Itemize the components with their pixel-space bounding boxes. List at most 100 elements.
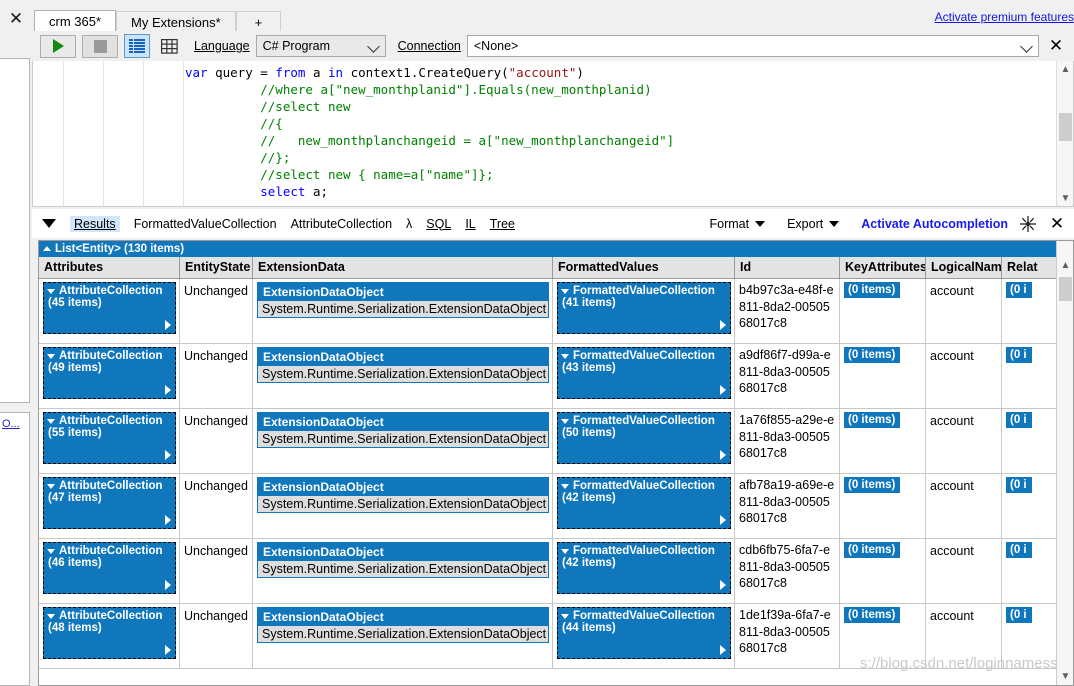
list-view-button[interactable] <box>124 34 150 58</box>
caret-right-icon[interactable] <box>720 515 726 525</box>
table-row[interactable]: AttributeCollection (55 items) Unchanged Ex… <box>39 409 1058 474</box>
cell-entity-state[interactable]: Unchanged <box>180 474 253 538</box>
cell-attributes[interactable]: AttributeCollection (45 items) <box>39 279 180 343</box>
results-tab-sql[interactable]: SQL <box>426 217 451 231</box>
cell-extension-data[interactable]: ExtensionDataObject System.Runtime.Serial… <box>253 344 553 408</box>
results-tab-formattedvaluecollection[interactable]: FormattedValueCollection <box>134 217 277 231</box>
cell-id[interactable]: afb78a19-a69e-e811-8da3-0050568017c8 <box>735 474 840 538</box>
relationships-chip[interactable]: (0 i <box>1006 477 1032 493</box>
table-row[interactable]: AttributeCollection (49 items) Unchanged Ex… <box>39 344 1058 409</box>
relationships-chip[interactable]: (0 i <box>1006 282 1032 298</box>
activate-premium-link[interactable]: Activate premium features <box>935 10 1074 24</box>
scrollbar-thumb[interactable] <box>1059 277 1072 301</box>
table-row[interactable]: AttributeCollection (47 items) Unchanged Ex… <box>39 474 1058 539</box>
attribute-collection-chip[interactable]: AttributeCollection (45 items) <box>43 282 176 334</box>
cell-relationships[interactable]: (0 i <box>1002 604 1058 668</box>
cell-relationships[interactable]: (0 i <box>1002 409 1058 473</box>
formatted-value-collection-chip[interactable]: FormattedValueCollection (41 items) <box>557 282 731 334</box>
extension-data-object[interactable]: ExtensionDataObject System.Runtime.Serial… <box>257 282 549 318</box>
grid-column-header-relat[interactable]: Relat <box>1002 257 1058 278</box>
grid-column-header-keyattributes[interactable]: KeyAttributes <box>840 257 926 278</box>
cell-attributes[interactable]: AttributeCollection (49 items) <box>39 344 180 408</box>
relationships-chip[interactable]: (0 i <box>1006 542 1032 558</box>
results-close-icon[interactable]: ✕ <box>1046 213 1068 235</box>
results-tab-tree[interactable]: Tree <box>490 217 515 231</box>
cell-attributes[interactable]: AttributeCollection (47 items) <box>39 474 180 538</box>
cell-id[interactable]: 1a76f855-a29e-e811-8da3-0050568017c8 <box>735 409 840 473</box>
grid-column-header-logicalname[interactable]: LogicalName <box>926 257 1002 278</box>
results-tab-lambda[interactable]: λ <box>406 217 412 231</box>
caret-right-icon[interactable] <box>165 580 171 590</box>
caret-right-icon[interactable] <box>720 385 726 395</box>
caret-right-icon[interactable] <box>720 320 726 330</box>
grid-column-header-entitystate[interactable]: EntityState <box>180 257 253 278</box>
run-button[interactable] <box>40 34 76 58</box>
formatted-value-collection-chip[interactable]: FormattedValueCollection (43 items) <box>557 347 731 399</box>
results-tab-il[interactable]: IL <box>465 217 475 231</box>
editor-vertical-scrollbar[interactable]: ▲ ▼ <box>1056 61 1073 206</box>
cell-logical-name[interactable]: account <box>926 539 1002 603</box>
extension-data-object[interactable]: ExtensionDataObject System.Runtime.Serial… <box>257 477 549 513</box>
key-attributes-chip[interactable]: (0 items) <box>844 282 901 298</box>
cell-entity-state[interactable]: Unchanged <box>180 604 253 668</box>
key-attributes-chip[interactable]: (0 items) <box>844 607 901 623</box>
table-row[interactable]: AttributeCollection (46 items) Unchanged Ex… <box>39 539 1058 604</box>
host-overflow-link[interactable]: O... <box>2 418 20 430</box>
key-attributes-chip[interactable]: (0 items) <box>844 412 901 428</box>
caret-right-icon[interactable] <box>720 580 726 590</box>
scroll-down-icon[interactable]: ▼ <box>1057 190 1073 206</box>
cell-logical-name[interactable]: account <box>926 409 1002 473</box>
sparkle-icon[interactable] <box>1018 214 1038 234</box>
cell-formatted-values[interactable]: FormattedValueCollection (50 items) <box>553 409 735 473</box>
activate-autocompletion-link[interactable]: Activate Autocompletion <box>861 217 1008 231</box>
attribute-collection-chip[interactable]: AttributeCollection (47 items) <box>43 477 176 529</box>
cell-logical-name[interactable]: account <box>926 344 1002 408</box>
format-menu[interactable]: Format <box>709 217 766 231</box>
stop-button[interactable] <box>82 34 118 58</box>
extension-data-object[interactable]: ExtensionDataObject System.Runtime.Serial… <box>257 607 549 643</box>
cell-id[interactable]: 1de1f39a-6fa7-e811-8da3-0050568017c8 <box>735 604 840 668</box>
cell-key-attributes[interactable]: (0 items) <box>840 279 926 343</box>
cell-formatted-values[interactable]: FormattedValueCollection (43 items) <box>553 344 735 408</box>
cell-entity-state[interactable]: Unchanged <box>180 409 253 473</box>
connection-select[interactable]: <None> <box>466 35 1039 57</box>
caret-right-icon[interactable] <box>720 450 726 460</box>
cell-formatted-values[interactable]: FormattedValueCollection (41 items) <box>553 279 735 343</box>
formatted-value-collection-chip[interactable]: FormattedValueCollection (50 items) <box>557 412 731 464</box>
cell-formatted-values[interactable]: FormattedValueCollection (42 items) <box>553 539 735 603</box>
cell-id[interactable]: b4b97c3a-e48f-e811-8da2-0050568017c8 <box>735 279 840 343</box>
extension-data-object[interactable]: ExtensionDataObject System.Runtime.Serial… <box>257 412 549 448</box>
cell-formatted-values[interactable]: FormattedValueCollection (44 items) <box>553 604 735 668</box>
cell-entity-state[interactable]: Unchanged <box>180 344 253 408</box>
cell-key-attributes[interactable]: (0 items) <box>840 539 926 603</box>
cell-attributes[interactable]: AttributeCollection (46 items) <box>39 539 180 603</box>
caret-right-icon[interactable] <box>165 645 171 655</box>
cell-relationships[interactable]: (0 i <box>1002 539 1058 603</box>
language-select[interactable]: C# Program <box>255 35 386 57</box>
cell-extension-data[interactable]: ExtensionDataObject System.Runtime.Serial… <box>253 279 553 343</box>
results-tab-attributecollection[interactable]: AttributeCollection <box>291 217 392 231</box>
cell-relationships[interactable]: (0 i <box>1002 474 1058 538</box>
grid-vertical-scrollbar[interactable]: ▲ ▼ <box>1056 241 1073 685</box>
attribute-collection-chip[interactable]: AttributeCollection (49 items) <box>43 347 176 399</box>
relationships-chip[interactable]: (0 i <box>1006 607 1032 623</box>
cell-formatted-values[interactable]: FormattedValueCollection (42 items) <box>553 474 735 538</box>
caret-right-icon[interactable] <box>165 450 171 460</box>
cell-extension-data[interactable]: ExtensionDataObject System.Runtime.Serial… <box>253 604 553 668</box>
export-menu[interactable]: Export <box>787 217 840 231</box>
formatted-value-collection-chip[interactable]: FormattedValueCollection (44 items) <box>557 607 731 659</box>
cell-attributes[interactable]: AttributeCollection (48 items) <box>39 604 180 668</box>
cell-attributes[interactable]: AttributeCollection (55 items) <box>39 409 180 473</box>
key-attributes-chip[interactable]: (0 items) <box>844 347 901 363</box>
grid-column-header-id[interactable]: Id <box>735 257 840 278</box>
caret-right-icon[interactable] <box>165 320 171 330</box>
cell-relationships[interactable]: (0 i <box>1002 344 1058 408</box>
extension-data-object[interactable]: ExtensionDataObject System.Runtime.Serial… <box>257 347 549 383</box>
table-row[interactable]: AttributeCollection (45 items) Unchanged Ex… <box>39 279 1058 344</box>
caret-right-icon[interactable] <box>165 515 171 525</box>
key-attributes-chip[interactable]: (0 items) <box>844 477 901 493</box>
attribute-collection-chip[interactable]: AttributeCollection (48 items) <box>43 607 176 659</box>
extension-data-object[interactable]: ExtensionDataObject System.Runtime.Serial… <box>257 542 549 578</box>
cell-key-attributes[interactable]: (0 items) <box>840 409 926 473</box>
grid-column-header-extensiondata[interactable]: ExtensionData <box>253 257 553 278</box>
